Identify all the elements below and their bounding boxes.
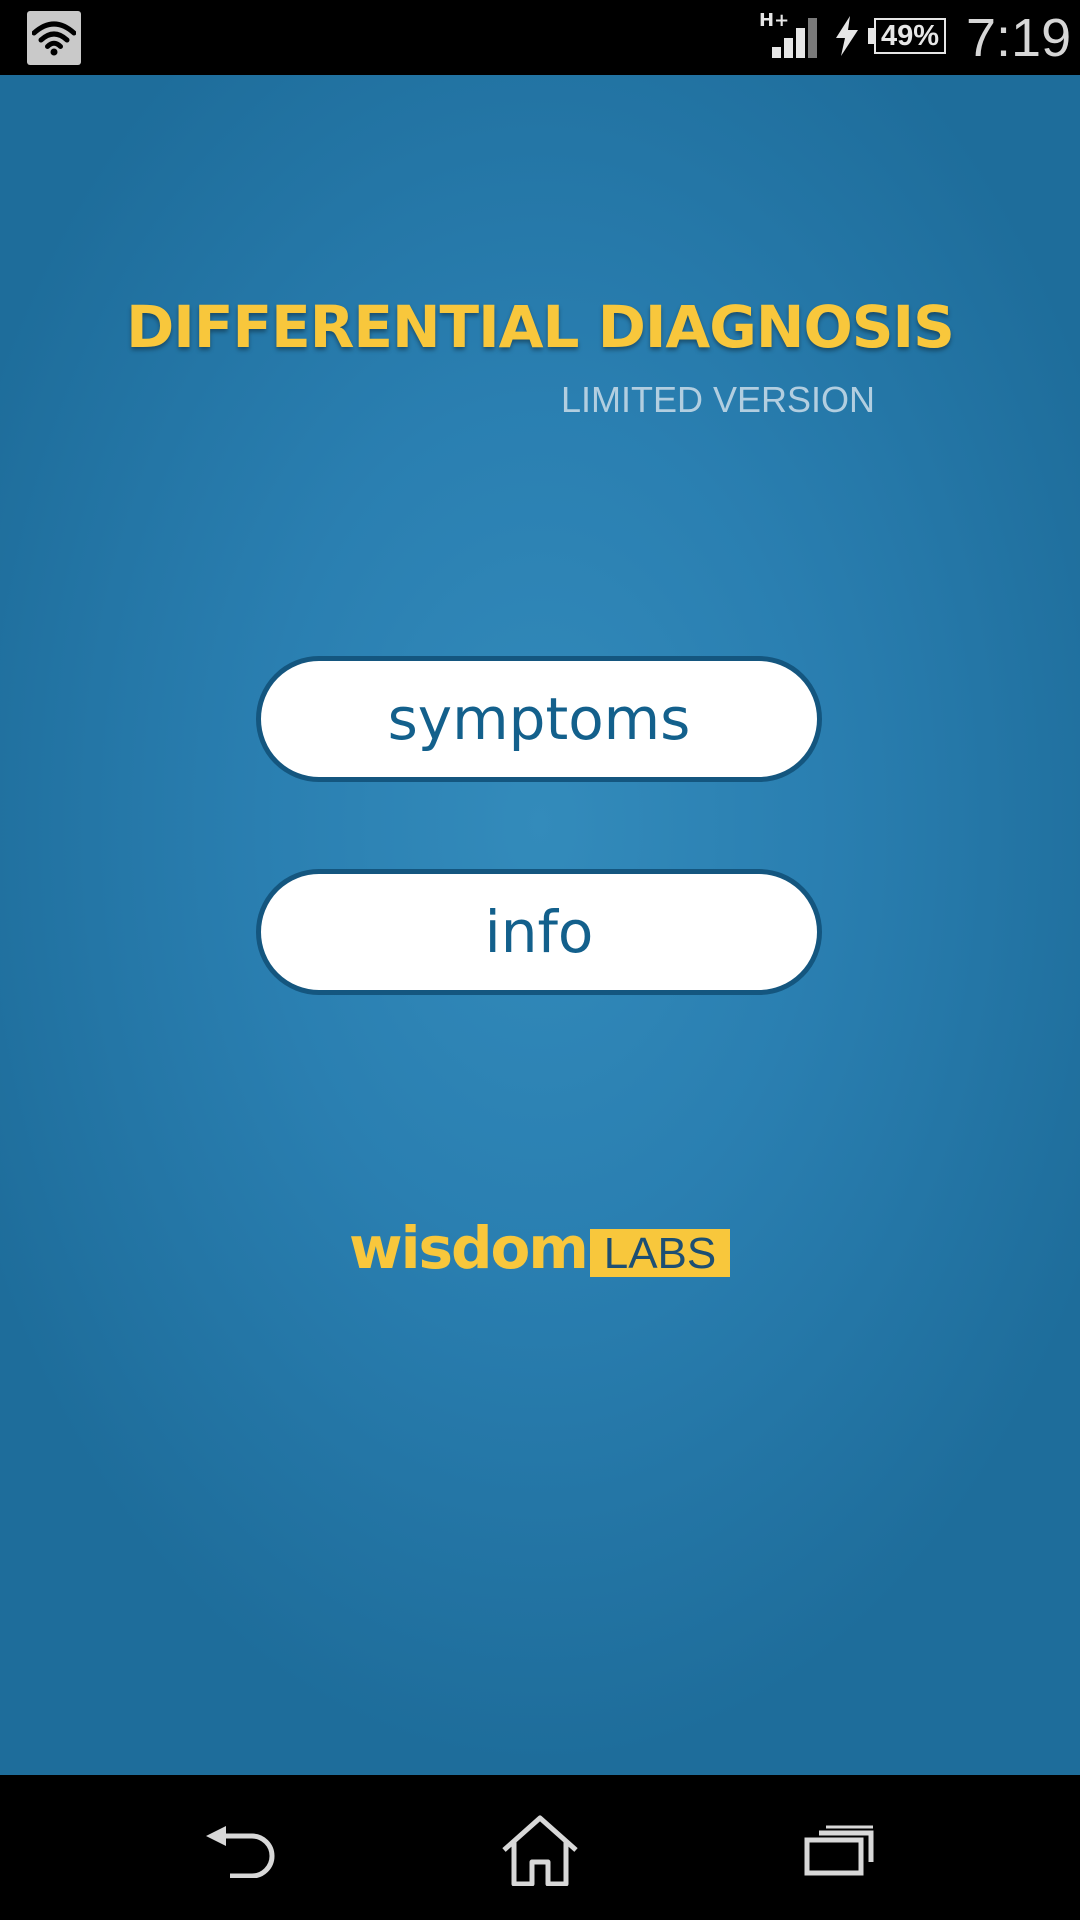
navigation-bar	[0, 1775, 1080, 1920]
wisdom-labs-logo: wisdom LABS	[349, 1215, 749, 1285]
app-subtitle: LIMITED VERSION	[561, 379, 876, 420]
brand-tag: LABS	[590, 1229, 730, 1278]
home-icon	[502, 1815, 578, 1886]
battery-level: 49%	[880, 20, 940, 52]
screen: H+ 49% 7:19 DIFFERENTIAL DIAGNOSIS LIMIT…	[0, 0, 1080, 1920]
charging-icon	[836, 16, 858, 56]
recents-button[interactable]	[795, 1805, 885, 1895]
home-button[interactable]	[495, 1805, 585, 1895]
back-button[interactable]	[195, 1805, 285, 1895]
status-clock: 7:19	[966, 8, 1072, 68]
back-icon	[206, 1826, 275, 1878]
app-content: DIFFERENTIAL DIAGNOSIS LIMITED VERSION s…	[0, 75, 1080, 1775]
brand-word: wisdom	[349, 1214, 589, 1282]
recents-icon	[804, 1825, 874, 1876]
signal-icon	[772, 18, 817, 58]
app-title: DIFFERENTIAL DIAGNOSIS	[126, 293, 955, 361]
wifi-icon	[27, 11, 81, 65]
symptoms-button[interactable]: symptoms	[256, 656, 822, 782]
status-bar: H+ 49% 7:19	[0, 0, 1080, 75]
info-button[interactable]: info	[256, 869, 822, 995]
battery-icon: 49%	[868, 18, 948, 54]
